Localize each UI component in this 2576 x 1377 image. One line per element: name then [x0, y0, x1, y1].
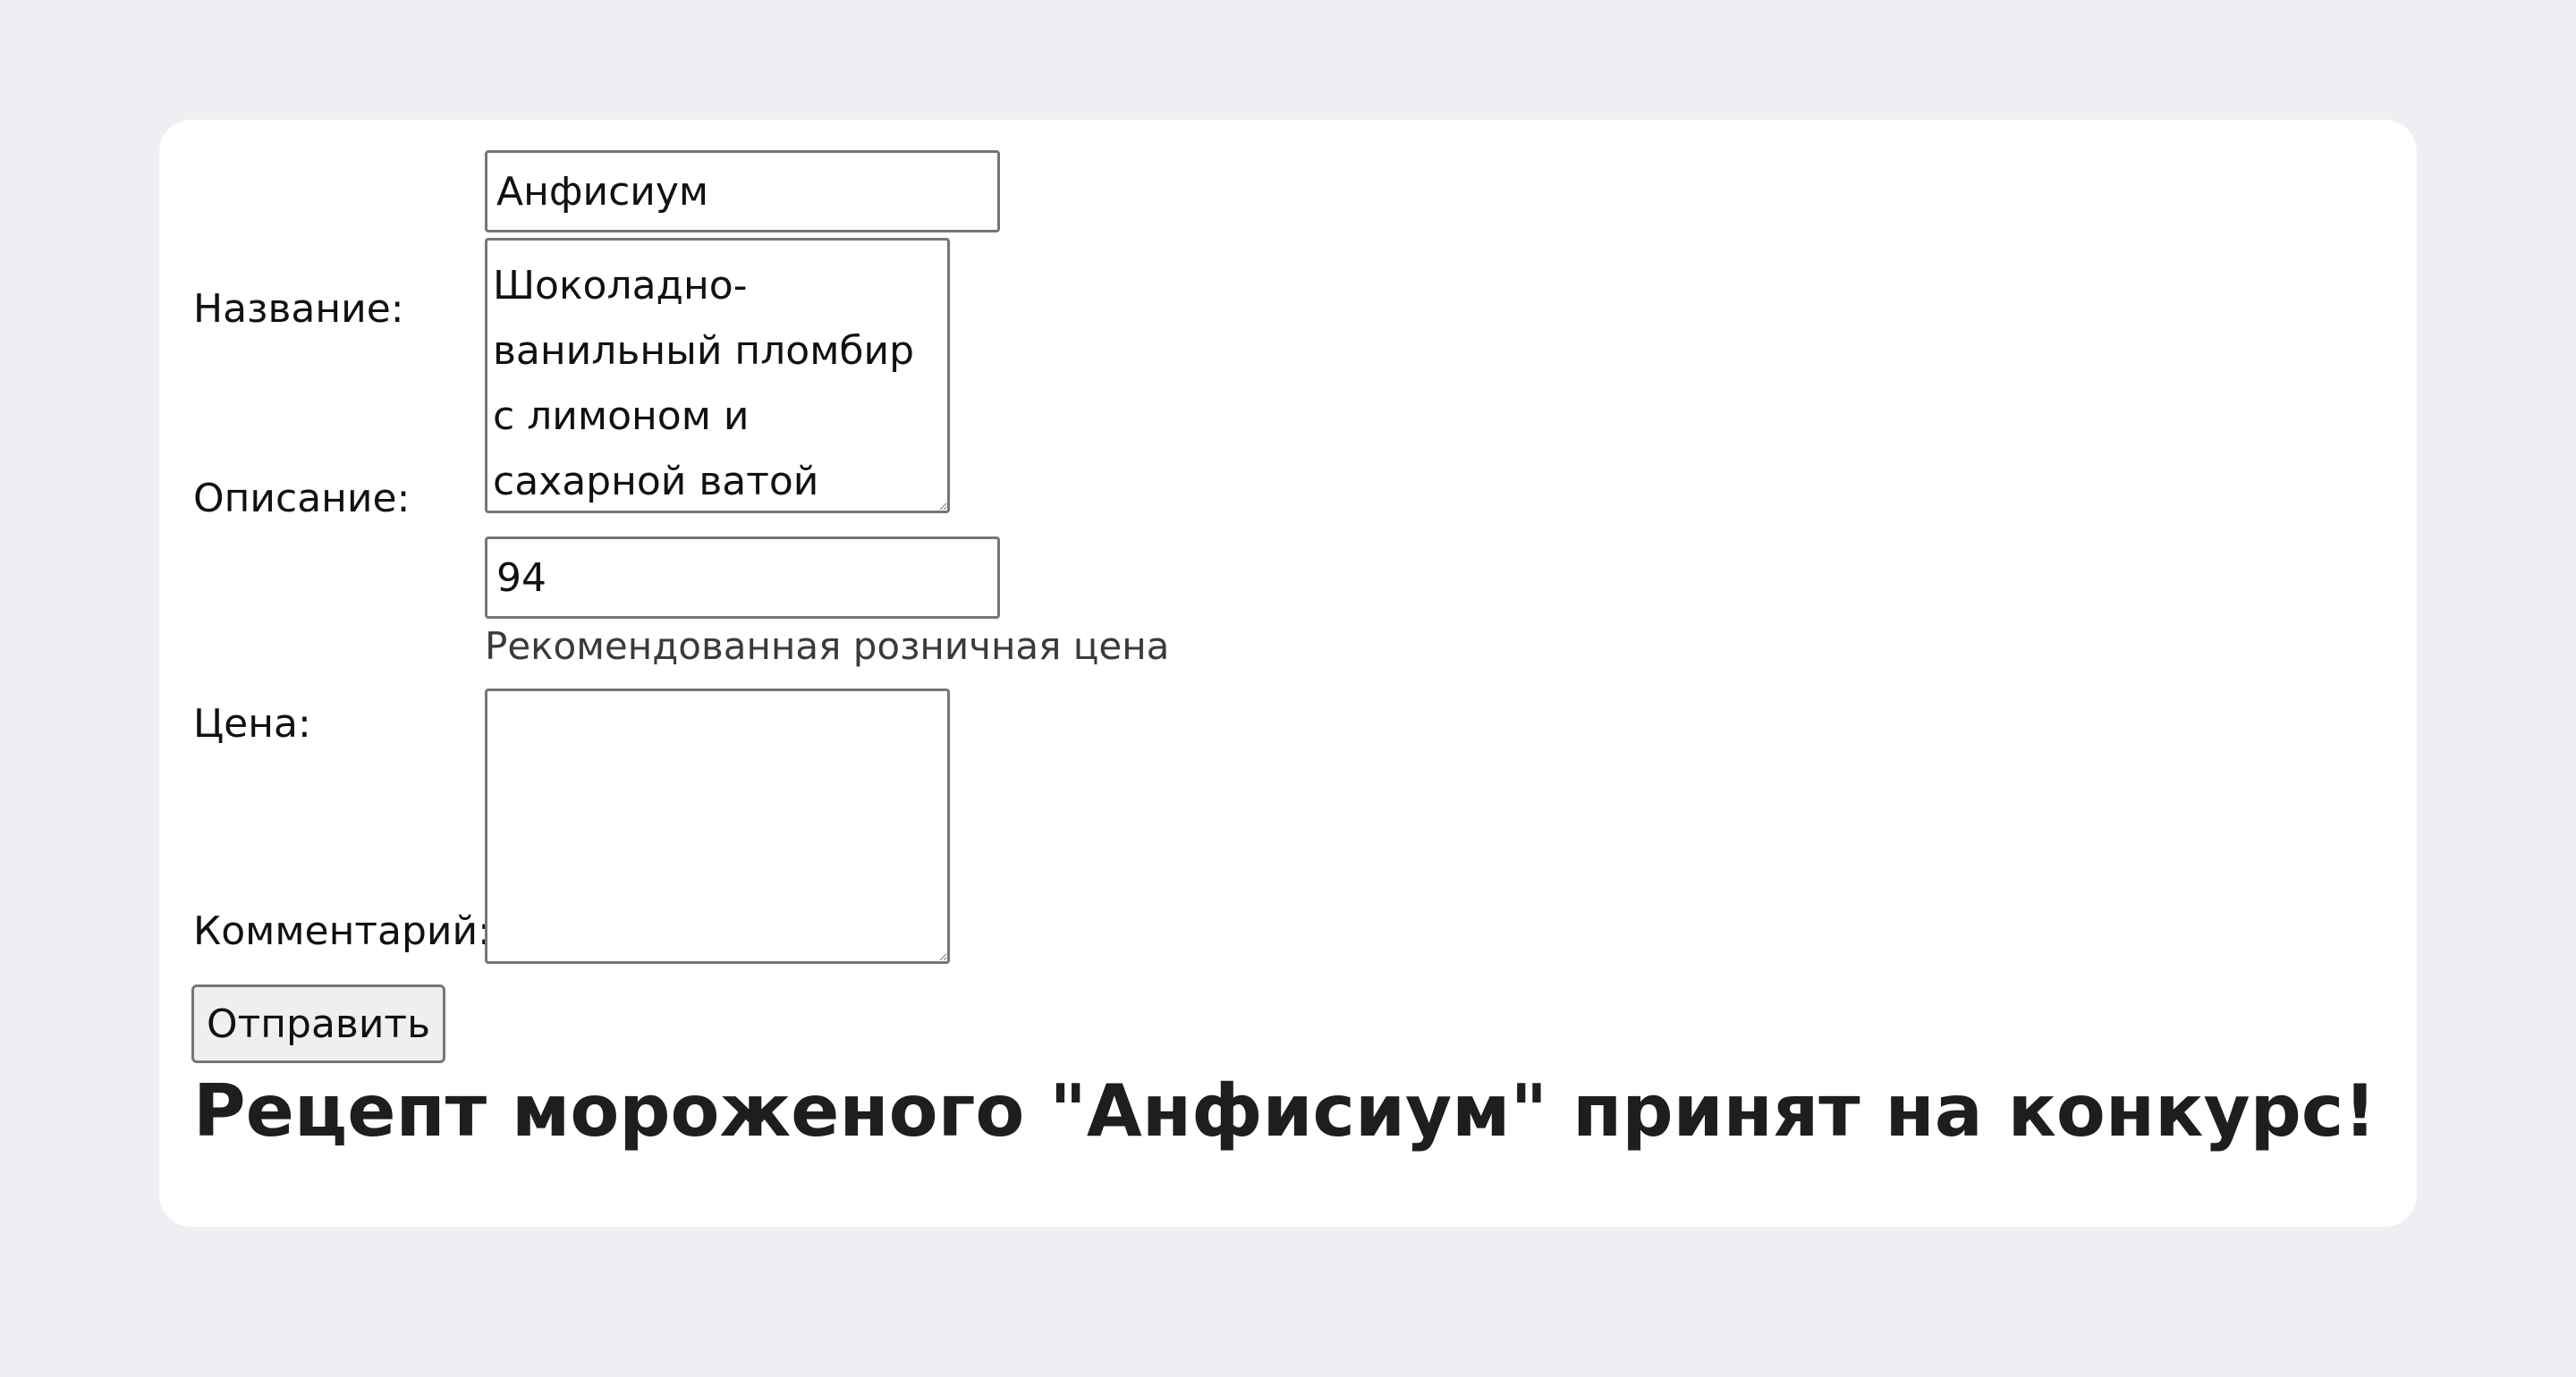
form-card: Название: Описание: Шоколадно-ванильный … — [159, 120, 2417, 1227]
name-input[interactable] — [485, 150, 1000, 232]
comment-textarea[interactable] — [485, 688, 950, 964]
price-label: Цена: — [193, 701, 311, 747]
price-hint: Рекомендованная розничная цена — [485, 624, 1170, 668]
price-input[interactable] — [485, 536, 1000, 619]
description-textarea[interactable]: Шоколадно-ванильный пломбир с лимоном и … — [485, 238, 950, 513]
comment-label: Комментарий: — [193, 908, 491, 954]
result-message: Рецепт мороженого "Анфисиум" принят на к… — [193, 1069, 2377, 1153]
submit-button[interactable]: Отправить — [191, 984, 445, 1063]
description-label: Описание: — [193, 476, 411, 521]
name-label: Название: — [193, 286, 404, 332]
